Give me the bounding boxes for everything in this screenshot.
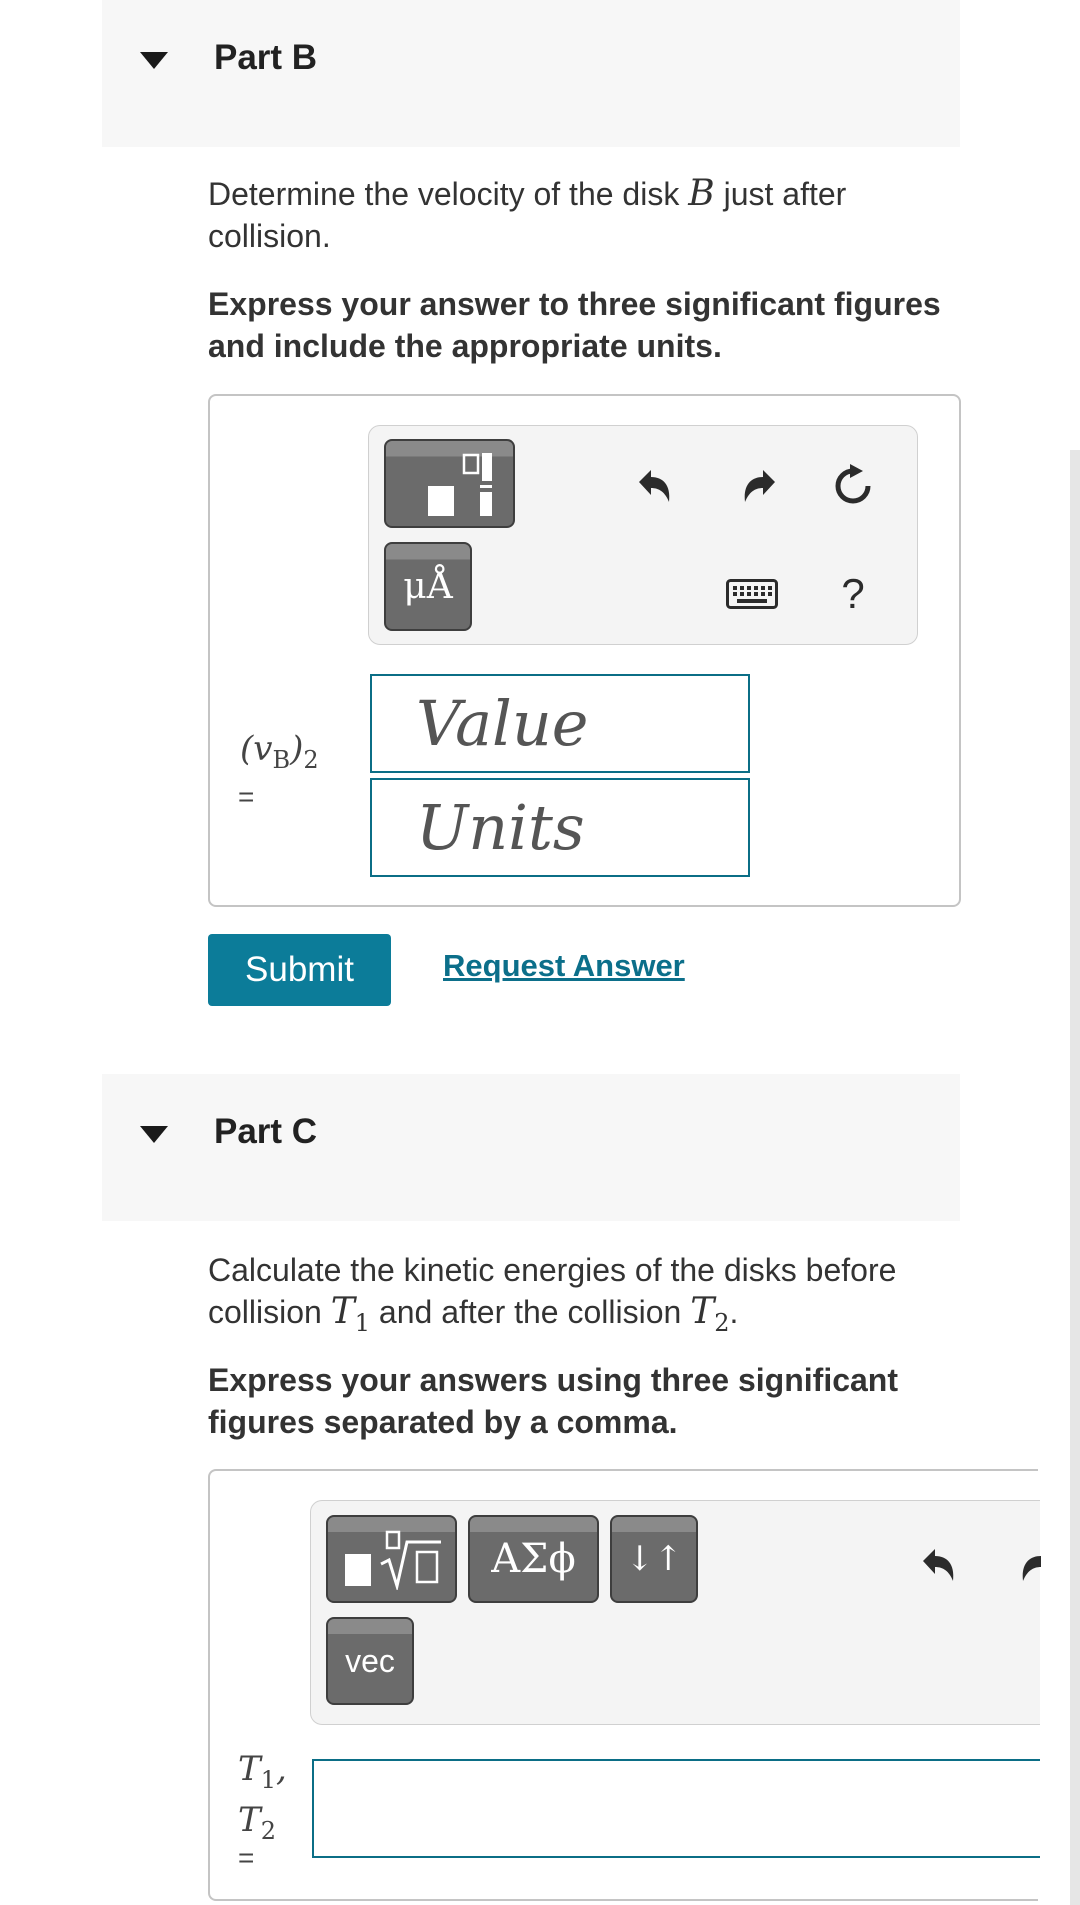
t2-label-base: T bbox=[238, 1799, 261, 1840]
label-sub: B bbox=[272, 745, 291, 774]
redo-icon bbox=[744, 470, 775, 502]
part-c-header[interactable]: Part C bbox=[102, 1074, 960, 1221]
t1-label: T1, bbox=[238, 1749, 287, 1800]
t1-variable: T1 bbox=[330, 1291, 370, 1337]
t2-base: T bbox=[690, 1291, 715, 1332]
redo-button[interactable] bbox=[1017, 1541, 1041, 1589]
keyboard-icon bbox=[726, 579, 778, 609]
request-answer-link[interactable]: Request Answer bbox=[443, 948, 685, 984]
template-button[interactable] bbox=[384, 439, 515, 528]
t1-base: T bbox=[330, 1291, 355, 1332]
t2-sub: 2 bbox=[714, 1309, 730, 1338]
t2-label-sub: 2 bbox=[260, 1816, 276, 1845]
caret-down-icon[interactable] bbox=[140, 1126, 168, 1143]
part-c-title: Part C bbox=[214, 1112, 318, 1151]
question-text-mid: and after the collision bbox=[370, 1294, 691, 1330]
undo-icon bbox=[923, 1549, 954, 1581]
equals-sign: = bbox=[238, 781, 255, 812]
units-button[interactable]: μÅ bbox=[384, 542, 472, 631]
math-toolbar: μÅ ? bbox=[368, 425, 918, 645]
part-c-question: Calculate the kinetic energies of the di… bbox=[208, 1249, 968, 1344]
redo-button[interactable] bbox=[735, 462, 783, 510]
value-field[interactable]: Value bbox=[370, 674, 750, 773]
kinetic-energies-field[interactable] bbox=[312, 1759, 1040, 1858]
help-button[interactable]: ? bbox=[829, 566, 877, 622]
part-b-header[interactable]: Part B bbox=[102, 0, 960, 147]
part-c-instruction: Express your answers using three signifi… bbox=[208, 1362, 898, 1440]
undo-button[interactable] bbox=[915, 1541, 963, 1589]
t2-variable: T2 bbox=[690, 1291, 729, 1337]
help-icon: ? bbox=[841, 570, 865, 617]
label-close: ) bbox=[290, 729, 304, 769]
t1-label-sub: 1 bbox=[260, 1765, 276, 1794]
reset-button[interactable] bbox=[827, 460, 879, 512]
question-text: Determine the velocity of the disk bbox=[208, 176, 689, 212]
comma: , bbox=[275, 1749, 287, 1789]
part-b-instruction: Express your answer to three significant… bbox=[208, 286, 941, 364]
template-icon bbox=[427, 452, 492, 516]
keyboard-button[interactable] bbox=[724, 576, 780, 612]
t1-label-base: T bbox=[238, 1749, 261, 1789]
reset-icon bbox=[835, 464, 871, 504]
math-toolbar: ΑΣϕ ↓↑ vec bbox=[310, 1500, 1041, 1725]
caret-down-icon[interactable] bbox=[140, 52, 168, 69]
part-c-answer-box: ΑΣϕ ↓↑ vec T1, T2 = bbox=[208, 1469, 1041, 1901]
equals-sign: = bbox=[238, 1842, 255, 1873]
answer-variable-label: (vB)2 bbox=[240, 729, 319, 780]
units-field[interactable]: Units bbox=[370, 778, 750, 877]
label-base: (v bbox=[240, 729, 273, 769]
part-b-title: Part B bbox=[214, 38, 318, 77]
scrollbar[interactable] bbox=[1070, 450, 1080, 1905]
undo-icon bbox=[639, 470, 670, 502]
radical-template-icon bbox=[344, 1530, 441, 1590]
redo-icon bbox=[1022, 1549, 1041, 1581]
greek-letters-button[interactable]: ΑΣϕ bbox=[468, 1515, 599, 1603]
page: Part B Determine the velocity of the dis… bbox=[0, 0, 1080, 1905]
part-b-question: Determine the velocity of the disk B jus… bbox=[208, 173, 968, 257]
answer-variable-label: T1, T2 bbox=[238, 1749, 287, 1851]
question-variable: B bbox=[688, 173, 715, 214]
label-index: 2 bbox=[303, 745, 319, 774]
part-b-answer-box: μÅ ? (vB)2 = Value Units bbox=[208, 394, 961, 907]
vector-button[interactable]: vec bbox=[326, 1617, 414, 1705]
submit-button[interactable]: Submit bbox=[208, 934, 391, 1006]
question-text-end: . bbox=[729, 1294, 739, 1330]
undo-button[interactable] bbox=[631, 462, 679, 510]
radical-template-button[interactable] bbox=[326, 1515, 457, 1603]
t1-sub: 1 bbox=[354, 1309, 371, 1338]
arrows-button[interactable]: ↓↑ bbox=[610, 1515, 698, 1603]
